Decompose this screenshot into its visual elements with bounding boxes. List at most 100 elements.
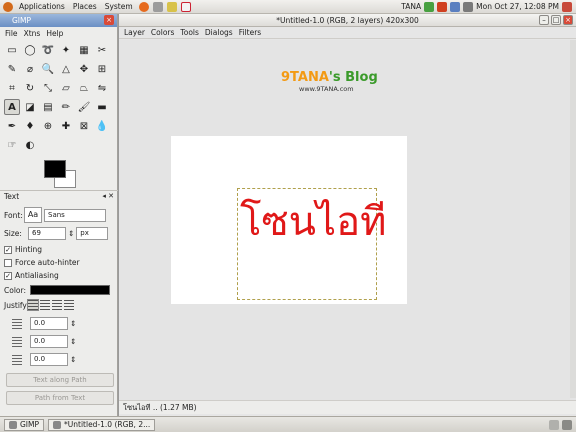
user-name[interactable]: TANA (401, 2, 421, 11)
help-icon[interactable] (180, 1, 191, 12)
smudge-icon[interactable]: ☞ (4, 137, 20, 153)
menu-places[interactable]: Places (69, 2, 101, 11)
crop-icon[interactable]: ⌗ (4, 80, 20, 96)
color-picker-icon[interactable]: ⌀ (22, 61, 38, 77)
justify-right-icon[interactable] (40, 300, 50, 310)
unit-select[interactable]: px (76, 227, 109, 240)
free-select-icon[interactable]: ➰ (40, 42, 56, 58)
fuzzy-select-icon[interactable]: ✦ (58, 42, 74, 58)
justify-center-icon[interactable] (52, 300, 62, 310)
zoom-icon[interactable]: 🔍 (40, 61, 56, 77)
menu-xtns[interactable]: Xtns (21, 29, 44, 38)
justify-left-icon[interactable] (27, 299, 39, 311)
image-canvas[interactable]: โซนไอที (171, 136, 407, 304)
clock[interactable]: Mon Oct 27, 12:08 PM (476, 2, 559, 11)
mute-icon[interactable] (437, 1, 448, 12)
trash-icon[interactable] (562, 419, 572, 430)
menu-file[interactable]: File (2, 29, 21, 38)
size-spinner-icon[interactable]: ⇕ (68, 229, 74, 238)
menu-system[interactable]: System (101, 2, 137, 11)
justify-row: Justify: (4, 299, 76, 311)
hinting-checkbox[interactable]: ✓ (4, 245, 12, 254)
perspective-clone-icon[interactable]: ⊠ (76, 118, 92, 134)
taskbar-item-canvas[interactable]: *Untitled-1.0 (RGB, 2... (48, 418, 156, 431)
menu-dialogs[interactable]: Dialogs (202, 28, 236, 37)
letter-spacing-row: 0.0 ⇕ (12, 353, 76, 366)
align-icon[interactable]: ⊞ (94, 61, 110, 77)
eraser-icon[interactable]: ▬ (94, 99, 110, 115)
toolbox-titlebar[interactable]: GIMP × (0, 14, 117, 27)
paths-icon[interactable]: ✎ (4, 61, 20, 77)
menu-applications[interactable]: Applications (15, 2, 69, 11)
canvas-window-titlebar[interactable]: *Untitled-1.0 (RGB, 2 layers) 420x300 – … (119, 14, 576, 27)
letter-spacing-input[interactable]: 0.0 (30, 353, 68, 366)
text-layer-boundary[interactable]: โซนไอที (237, 188, 386, 300)
flip-icon[interactable]: ⇋ (94, 80, 110, 96)
panel-menu-icon[interactable]: ◂ ✕ (102, 191, 114, 202)
bucket-fill-icon[interactable]: ◪ (22, 99, 38, 115)
measure-icon[interactable]: △ (58, 61, 74, 77)
select-by-color-icon[interactable]: ▦ (76, 42, 92, 58)
scissors-icon[interactable]: ✂ (94, 42, 110, 58)
heal-icon[interactable]: ✚ (58, 118, 74, 134)
path-from-text-button[interactable]: Path from Text (6, 391, 114, 405)
perspective-icon[interactable]: ⏢ (76, 80, 92, 96)
text-color-button[interactable] (30, 285, 110, 295)
menu-help[interactable]: Help (43, 29, 66, 38)
display-icon[interactable] (450, 1, 461, 12)
toolbox-close-button[interactable]: × (104, 15, 114, 25)
move-icon[interactable]: ✥ (76, 61, 92, 77)
justify-fill-icon[interactable] (64, 300, 74, 310)
rect-select-icon[interactable]: ▭ (4, 42, 20, 58)
mail-icon[interactable] (166, 1, 177, 12)
text-along-path-button[interactable]: Text along Path (6, 373, 114, 387)
pencil-icon[interactable]: ✏ (58, 99, 74, 115)
autohinter-checkbox[interactable] (4, 258, 12, 267)
convolve-icon[interactable]: 💧 (94, 118, 110, 134)
menu-tools[interactable]: Tools (177, 28, 201, 37)
ellipse-select-icon[interactable]: ◯ (22, 42, 38, 58)
airbrush-icon[interactable]: ✒ (4, 118, 20, 134)
paintbrush-icon[interactable]: 🖌 (76, 99, 92, 115)
indent-spinner-icon[interactable]: ⇕ (70, 319, 76, 328)
line-spacing-input[interactable]: 0.0 (30, 335, 68, 348)
ubuntu-logo-icon[interactable] (3, 1, 13, 12)
power-icon[interactable] (562, 1, 572, 12)
canvas-area[interactable]: 9TANA's Blog www.9TANA.com โซนไอที (119, 40, 576, 404)
antialiasing-row[interactable]: ✓ Antialiasing (4, 271, 59, 280)
clone-icon[interactable]: ⊕ (40, 118, 56, 134)
firefox-icon[interactable] (138, 1, 149, 12)
volume-icon[interactable] (463, 1, 474, 12)
foreground-color[interactable] (44, 160, 66, 178)
canvas-text[interactable]: โซนไอที (240, 189, 386, 253)
font-preview-button[interactable]: Aa (24, 207, 42, 223)
indent-input[interactable]: 0.0 (30, 317, 68, 330)
vertical-scrollbar[interactable] (570, 40, 576, 398)
antialiasing-checkbox[interactable]: ✓ (4, 271, 12, 280)
workspace-switcher-icon[interactable] (549, 419, 559, 430)
dodge-burn-icon[interactable]: ◐ (22, 137, 38, 153)
hinting-row[interactable]: ✓ Hinting (4, 245, 42, 254)
line-spacing-spinner-icon[interactable]: ⇕ (70, 337, 76, 346)
menu-colors[interactable]: Colors (148, 28, 178, 37)
shear-icon[interactable]: ▱ (58, 80, 74, 96)
blend-icon[interactable]: ▤ (40, 99, 56, 115)
network-icon[interactable] (424, 1, 435, 12)
font-field[interactable]: Sans (44, 208, 106, 222)
rotate-icon[interactable]: ↻ (22, 80, 38, 96)
close-button[interactable]: × (563, 15, 573, 25)
size-input[interactable]: 69 (28, 227, 66, 240)
ink-icon[interactable]: ♦ (22, 118, 38, 134)
taskbar-item-gimp[interactable]: GIMP (4, 418, 45, 431)
scale-icon[interactable]: ⤡ (40, 80, 56, 96)
blog-url: www.9TANA.com (299, 85, 354, 93)
minimize-button[interactable]: – (539, 15, 549, 25)
menu-filters[interactable]: Filters (236, 28, 264, 37)
autohinter-row[interactable]: Force auto-hinter (4, 258, 80, 267)
menu-layer[interactable]: Layer (121, 28, 148, 37)
text-tool-icon[interactable]: A (4, 99, 20, 115)
maximize-button[interactable]: □ (551, 15, 561, 25)
indent-icon (12, 318, 22, 329)
launcher-icon[interactable] (152, 1, 163, 12)
letter-spacing-spinner-icon[interactable]: ⇕ (70, 355, 76, 364)
